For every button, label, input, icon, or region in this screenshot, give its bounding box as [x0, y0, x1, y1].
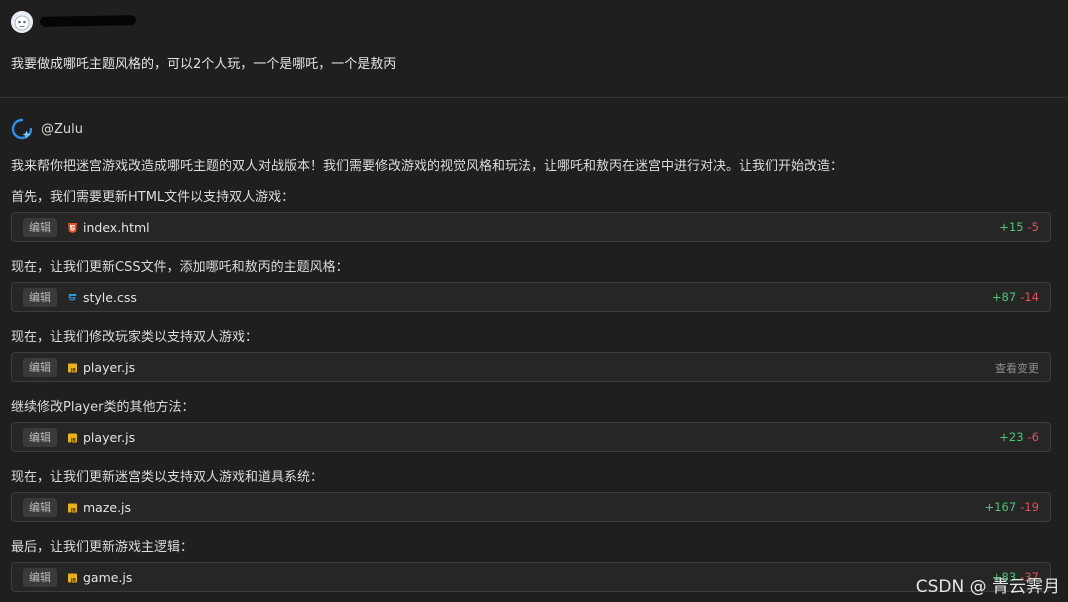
file-name[interactable]: game.js: [83, 570, 132, 585]
file-edit-card[interactable]: 编辑 JS game.js +83 -37: [11, 562, 1051, 592]
diff-stats: +87 -14: [992, 290, 1039, 304]
diff-stats: +167 -19: [985, 500, 1039, 514]
lines-added: +87: [991, 290, 1017, 304]
avatar-face-icon: [11, 11, 33, 33]
file-edit-card[interactable]: 编辑 JS player.js 查看变更: [11, 352, 1051, 382]
assistant-intro: 我来帮你把迷宫游戏改造成哪吒主题的双人对战版本！我们需要修改游戏的视觉风格和玩法…: [11, 159, 844, 174]
step-text: 现在，让我们更新CSS文件，添加哪吒和敖丙的主题风格：: [11, 260, 349, 275]
file-edit-card[interactable]: 编辑 index.html +15 -5: [11, 212, 1051, 242]
js-icon: JS: [68, 503, 77, 513]
edit-tag: 编辑: [23, 358, 57, 377]
js-icon: JS: [68, 573, 77, 583]
assistant-name: @Zulu: [41, 121, 83, 137]
file-name[interactable]: index.html: [83, 220, 150, 235]
view-changes-link[interactable]: 查看变更: [995, 362, 1039, 375]
lines-removed: -19: [1020, 500, 1039, 514]
lines-added: +15: [999, 220, 1024, 234]
zulu-logo-icon: [11, 118, 33, 140]
lines-added: +23: [999, 430, 1024, 444]
diff-stats: +15 -5: [999, 220, 1039, 234]
lines-removed: -5: [1027, 220, 1039, 234]
diff-stats: 查看变更: [995, 360, 1039, 376]
file-edit-card[interactable]: 编辑 JS maze.js +167 -19: [11, 492, 1051, 522]
step-text: 最后，让我们更新游戏主逻辑：: [11, 540, 194, 555]
csdn-watermark: CSDN @ 青云霁月: [915, 577, 1060, 597]
redacted-username: [39, 15, 137, 27]
edit-tag: 编辑: [23, 428, 57, 447]
css3-icon: [68, 294, 77, 301]
step-text: 现在，让我们更新迷宫类以支持双人游戏和道具系统：: [11, 470, 324, 485]
edit-tag: 编辑: [23, 568, 57, 587]
svg-text:JS: JS: [70, 368, 76, 373]
file-name[interactable]: player.js: [83, 360, 135, 375]
svg-text:JS: JS: [70, 438, 76, 443]
lines-added: +167: [984, 500, 1017, 514]
js-icon: JS: [68, 433, 77, 443]
assistant-header: @Zulu: [11, 118, 83, 140]
lines-removed: -6: [1027, 430, 1039, 444]
edit-tag: 编辑: [23, 218, 57, 237]
file-edit-card[interactable]: 编辑 JS player.js +23 -6: [11, 422, 1051, 452]
edit-tag: 编辑: [23, 498, 57, 517]
user-message-block: 我要做成哪吒主题风格的，可以2个人玩，一个是哪吒，一个是敖丙: [0, 0, 1068, 98]
file-name[interactable]: style.css: [83, 290, 137, 305]
file-edit-card[interactable]: 编辑 style.css +87 -14: [11, 282, 1051, 312]
diff-stats: +23 -6: [999, 430, 1039, 444]
file-name[interactable]: player.js: [83, 430, 135, 445]
js-icon: JS: [68, 363, 77, 373]
step-text: 首先，我们需要更新HTML文件以支持双人游戏：: [11, 190, 295, 205]
user-avatar[interactable]: [11, 11, 33, 33]
step-text: 现在，让我们修改玩家类以支持双人游戏：: [11, 330, 259, 345]
svg-text:JS: JS: [70, 578, 76, 583]
html5-icon: [68, 223, 77, 233]
file-name[interactable]: maze.js: [83, 500, 131, 515]
lines-removed: -14: [1020, 290, 1039, 304]
svg-text:JS: JS: [70, 508, 76, 513]
user-message-text: 我要做成哪吒主题风格的，可以2个人玩，一个是哪吒，一个是敖丙: [11, 57, 397, 72]
edit-tag: 编辑: [23, 288, 57, 307]
step-text: 继续修改Player类的其他方法：: [11, 400, 195, 415]
